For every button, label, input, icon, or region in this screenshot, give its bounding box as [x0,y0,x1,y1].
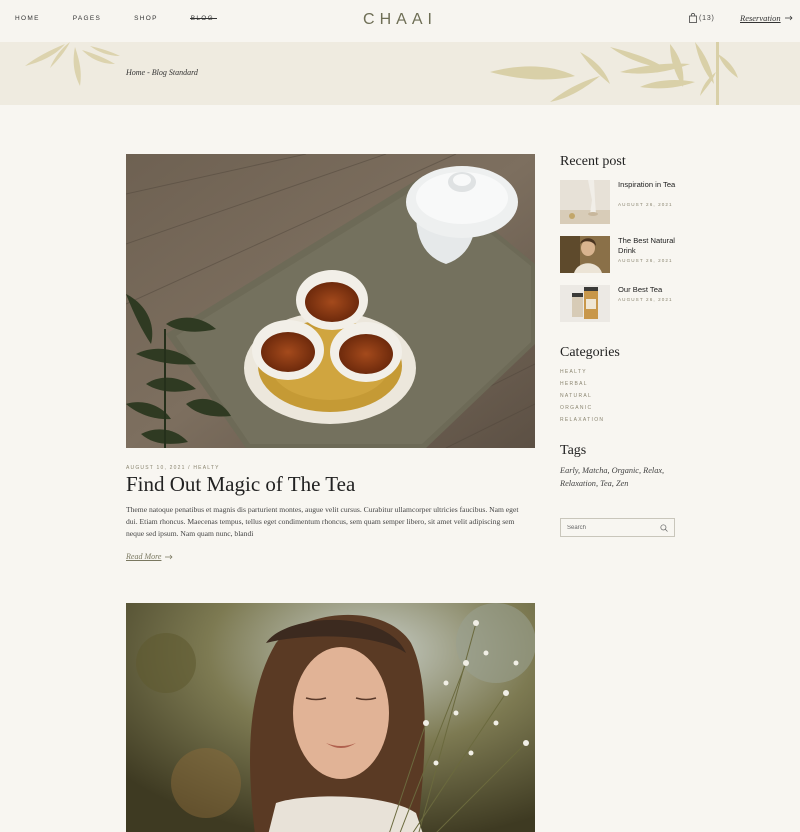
post-featured-image-2[interactable] [126,603,535,832]
recent-post-title: The Best Natural Drink [618,236,675,255]
read-more-link[interactable]: Read More [126,552,173,561]
tag-link[interactable]: Tea, [600,479,614,488]
recent-post-title: Inspiration in Tea [618,180,676,189]
recent-post-thumbnail [560,236,610,273]
category-link-natural[interactable]: NATURAL [560,393,592,399]
woman-with-flowers-photo [126,603,535,832]
post-title[interactable]: Find Out Magic of The Tea [126,472,355,497]
site-logo[interactable]: CHAAI [0,11,800,29]
cart-count: (13) [699,14,715,22]
tea-table-photo [126,154,535,448]
post-meta: AUGUST 10, 2021 / HEALTY [126,465,220,471]
search-input[interactable] [567,524,660,531]
tags-heading: Tags [560,443,587,458]
reservation-link[interactable]: Reservation [740,13,793,23]
bamboo-leaves-right-decoration [490,42,738,105]
reservation-label: Reservation [740,13,781,23]
category-link-relaxation[interactable]: RELAXATION [560,417,604,423]
tag-link[interactable]: Relax, [643,466,664,475]
recent-post-date: AUGUST 26, 2021 [618,258,673,263]
recent-post-title: Our Best Tea [618,285,663,294]
cart-button[interactable]: (13) [689,13,715,23]
tag-link[interactable]: Organic, [612,466,641,475]
recent-post-heading: Recent post [560,154,626,169]
recent-post-date: AUGUST 26, 2021 [618,202,673,207]
arrow-right-icon [165,554,173,559]
search-box [560,518,675,537]
recent-post-date: AUGUST 26, 2021 [618,297,673,302]
page-banner: Home - Blog Standard [0,42,800,105]
categories-heading: Categories [560,345,620,360]
recent-post-thumbnail [560,285,610,322]
post-featured-image[interactable] [126,154,535,448]
search-icon[interactable] [660,523,668,532]
tag-link[interactable]: Relaxation, [560,479,598,488]
category-link-organic[interactable]: ORGANIC [560,405,592,411]
tag-link[interactable]: Early, [560,466,580,475]
tag-cloud: Early, Matcha, Organic, Relax, Relaxatio… [560,464,680,490]
recent-post-item[interactable]: Inspiration in Tea AUGUST 26, 2021 [560,180,680,224]
tag-link[interactable]: Zen [616,479,628,488]
shopping-bag-icon [689,13,697,23]
recent-post-thumbnail [560,180,610,224]
category-link-healty[interactable]: HEALTY [560,369,587,375]
read-more-label: Read More [126,552,162,561]
arrow-right-icon [784,15,793,21]
post-excerpt: Theme natoque penatibus et magnis dis pa… [126,505,519,538]
recent-post-item[interactable]: The Best Natural Drink AUGUST 26, 2021 [560,236,680,280]
category-link-herbal[interactable]: HERBAL [560,381,588,387]
tag-link[interactable]: Matcha, [582,466,609,475]
breadcrumb: Home - Blog Standard [126,68,198,77]
recent-post-item[interactable]: Our Best Tea AUGUST 26, 2021 [560,285,680,329]
site-header: HOME PAGES SHOP BLOG CHAAI (13) Reservat… [0,0,800,42]
